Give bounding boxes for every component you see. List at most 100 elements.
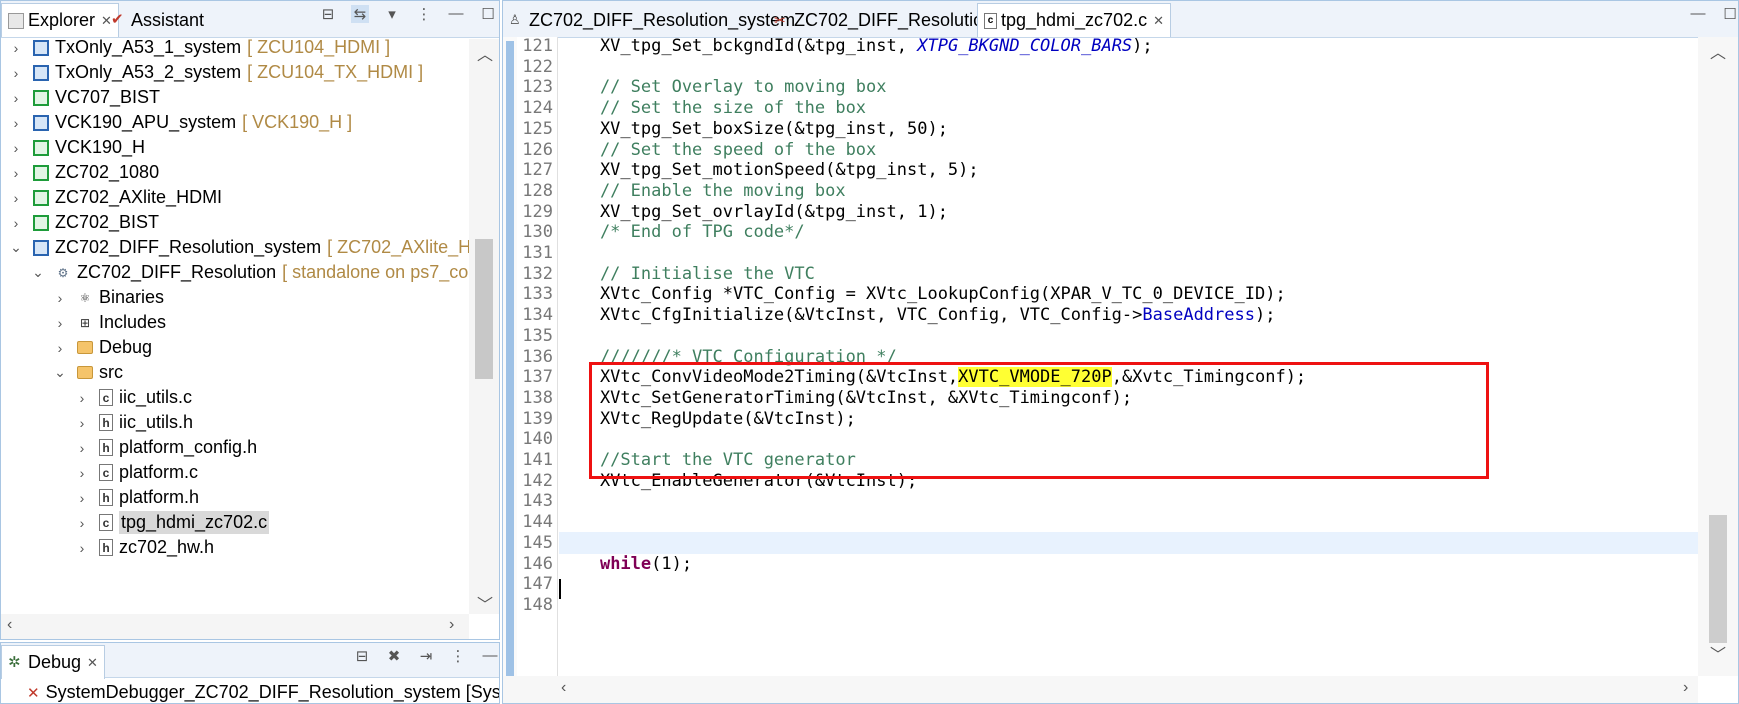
chevron-right-icon[interactable]: › <box>75 465 89 481</box>
chevron-right-icon[interactable]: › <box>9 140 23 156</box>
code-line[interactable]: /* End of TPG code*/ <box>559 221 1698 244</box>
chevron-right-icon[interactable]: › <box>9 190 23 206</box>
collapse-all-icon[interactable]: ⊟ <box>353 647 371 665</box>
code-line[interactable]: while(1); <box>559 553 1698 576</box>
tree-item[interactable]: ⌄ src <box>1 359 123 386</box>
chevron-right-icon[interactable]: › <box>9 90 23 106</box>
code-line[interactable]: XVtc_ConvVideoMode2Timing(&VtcInst,XVTC_… <box>559 366 1698 389</box>
chevron-down-icon[interactable]: ⌄ <box>31 264 45 281</box>
code-line[interactable]: XVtc_CfgInitialize(&VtcInst, VTC_Config,… <box>559 304 1698 327</box>
tree-item[interactable]: › ZC702_BIST <box>1 209 159 236</box>
tree-item[interactable]: › h platform.h <box>1 484 199 511</box>
code-lines[interactable]: XV_tpg_Set_bckgndId(&tpg_inst, XTPG_BKGN… <box>559 35 1698 676</box>
code-line[interactable] <box>559 511 1698 534</box>
chevron-right-icon[interactable]: › <box>9 165 23 181</box>
tree-item[interactable]: › c iic_utils.c <box>1 384 192 411</box>
chevron-right-icon[interactable]: › <box>75 390 89 406</box>
code-line[interactable] <box>559 594 1698 617</box>
scroll-left-icon[interactable]: ‹ <box>561 679 566 697</box>
tree-horizontal-scrollbar[interactable]: ‹ › <box>1 614 469 639</box>
chevron-right-icon[interactable]: › <box>75 415 89 431</box>
code-line[interactable]: XVtc_EnableGenerator(&VtcInst); <box>559 470 1698 493</box>
maximize-icon[interactable]: ☐ <box>479 5 497 23</box>
tree-item[interactable]: › VC707_BIST <box>1 84 160 111</box>
chevron-right-icon[interactable]: › <box>75 540 89 556</box>
code-line[interactable]: XV_tpg_Set_bckgndId(&tpg_inst, XTPG_BKGN… <box>559 35 1698 58</box>
code-line[interactable]: XV_tpg_Set_ovrlayId(&tpg_inst, 1); <box>559 201 1698 224</box>
tree-item[interactable]: ⌄ ZC702_DIFF_Resolution_system[ ZC702_AXl… <box>1 234 469 261</box>
code-line[interactable]: // Set Overlay to moving box <box>559 76 1698 99</box>
editor-horizontal-scrollbar[interactable]: ‹ › <box>503 676 1698 703</box>
tree-item[interactable]: › c platform.c <box>1 459 198 486</box>
code-line[interactable] <box>559 325 1698 348</box>
tree-item[interactable]: › ZC702_AXlite_HDMI <box>1 184 222 211</box>
tab-application-project[interactable]: ✂ ZC702_DIFF_Resolution <box>768 3 999 37</box>
editor-vertical-scrollbar[interactable]: ︿ ﹀ <box>1698 37 1738 676</box>
tree-item[interactable]: › VCK190_APU_system[ VCK190_H ] <box>1 109 353 136</box>
tab-assistant[interactable]: ✔ Assistant <box>105 3 210 37</box>
tree-item[interactable]: › TxOnly_A53_1_system [ ZCU104_HDMI ] <box>1 39 390 61</box>
tree-item[interactable]: › h platform_config.h <box>1 434 257 461</box>
code-line[interactable]: XVtc_RegUpdate(&VtcInst); <box>559 408 1698 431</box>
code-line[interactable]: //Start the VTC generator <box>559 449 1698 472</box>
collapse-all-icon[interactable]: ⊟ <box>319 5 337 23</box>
minimize-icon[interactable]: — <box>481 647 499 665</box>
tree-vertical-scrollbar[interactable]: ︿ ﹀ <box>469 39 499 614</box>
code-line[interactable]: // Set the size of the box <box>559 97 1698 120</box>
code-line[interactable] <box>559 531 1698 555</box>
chevron-right-icon[interactable]: › <box>75 440 89 456</box>
tree-item[interactable]: › c tpg_hdmi_zc702.c <box>1 509 270 536</box>
tree-item[interactable]: › ⚛ Binaries <box>1 284 164 311</box>
chevron-right-icon[interactable]: › <box>53 340 67 356</box>
scroll-left-icon[interactable]: ‹ <box>7 616 12 634</box>
code-line[interactable]: XVtc_Config *VTC_Config = XVtc_LookupCon… <box>559 283 1698 306</box>
scroll-up-icon[interactable]: ︿ <box>1710 39 1726 63</box>
close-icon[interactable]: ✕ <box>1153 13 1164 29</box>
chevron-right-icon[interactable]: › <box>9 40 23 56</box>
tree-item[interactable]: › ⊞ Includes <box>1 309 166 336</box>
scroll-right-icon[interactable]: › <box>1683 679 1688 697</box>
code-line[interactable] <box>559 56 1698 79</box>
tab-explorer[interactable]: Explorer ✕ <box>1 3 119 37</box>
scroll-down-icon[interactable]: ﹀ <box>1710 641 1726 665</box>
chevron-right-icon[interactable]: › <box>9 115 23 131</box>
code-area[interactable]: 121 122 123 124 125 126 127 128 129 130 131 132 133 1… <box>503 35 1738 678</box>
close-icon[interactable]: ✕ <box>87 655 98 671</box>
chevron-down-icon[interactable]: ⌄ <box>9 239 23 256</box>
minimize-icon[interactable]: — <box>447 5 465 23</box>
view-menu-icon[interactable]: ⋮ <box>415 5 433 23</box>
code-line[interactable]: // Set the speed of the box <box>559 139 1698 162</box>
scrollbar-thumb[interactable] <box>1709 515 1727 643</box>
code-line[interactable]: XVtc_SetGeneratorTiming(&VtcInst, &XVtc_… <box>559 387 1698 410</box>
tree-item[interactable]: › VCK190_H <box>1 134 145 161</box>
code-line[interactable] <box>559 428 1698 451</box>
tree-item[interactable]: › ZC702_1080 <box>1 159 159 186</box>
scroll-up-icon[interactable]: ︿ <box>477 41 493 65</box>
tab-system-project[interactable]: ♙ ZC702_DIFF_Resolution_system <box>503 3 801 37</box>
code-line[interactable] <box>559 573 1698 596</box>
tree-item[interactable]: ⌄ ⚙ ZC702_DIFF_Resolution[ standalone on p… <box>1 259 469 286</box>
tab-debug[interactable]: ✲ Debug ✕ <box>1 645 105 679</box>
scroll-right-icon[interactable]: › <box>449 616 454 634</box>
remove-all-terminated-icon[interactable]: ✖ <box>385 647 403 665</box>
view-menu-icon[interactable]: ⋮ <box>449 647 467 665</box>
scroll-down-icon[interactable]: ﹀ <box>477 591 493 615</box>
code-line[interactable]: // Enable the moving box <box>559 180 1698 203</box>
tree-item[interactable]: › TxOnly_A53_2_system[ ZCU104_TX_HDMI ] <box>1 59 423 86</box>
debug-session-item[interactable]: ✕ SystemDebugger_ZC702_DIFF_Resolution_s… <box>27 682 499 703</box>
chevron-right-icon[interactable]: › <box>53 315 67 331</box>
scrollbar-thumb[interactable] <box>475 239 493 379</box>
tree-item[interactable]: › h iic_utils.h <box>1 409 193 436</box>
step-filter-icon[interactable]: ⇥ <box>417 647 435 665</box>
code-line[interactable]: ///////* VTC Configuration */ <box>559 346 1698 369</box>
chevron-right-icon[interactable]: › <box>9 215 23 231</box>
tree-item[interactable]: › Debug <box>1 334 152 361</box>
code-line[interactable] <box>559 490 1698 513</box>
filter-icon[interactable]: ▾ <box>383 5 401 23</box>
code-line[interactable]: // Initialise the VTC <box>559 263 1698 286</box>
tree-item[interactable]: › h zc702_hw.h <box>1 534 214 561</box>
link-with-editor-icon[interactable]: ⇆ <box>351 5 369 23</box>
maximize-icon[interactable]: ☐ <box>1721 5 1738 23</box>
code-line[interactable]: XV_tpg_Set_motionSpeed(&tpg_inst, 5); <box>559 159 1698 182</box>
chevron-right-icon[interactable]: › <box>9 65 23 81</box>
